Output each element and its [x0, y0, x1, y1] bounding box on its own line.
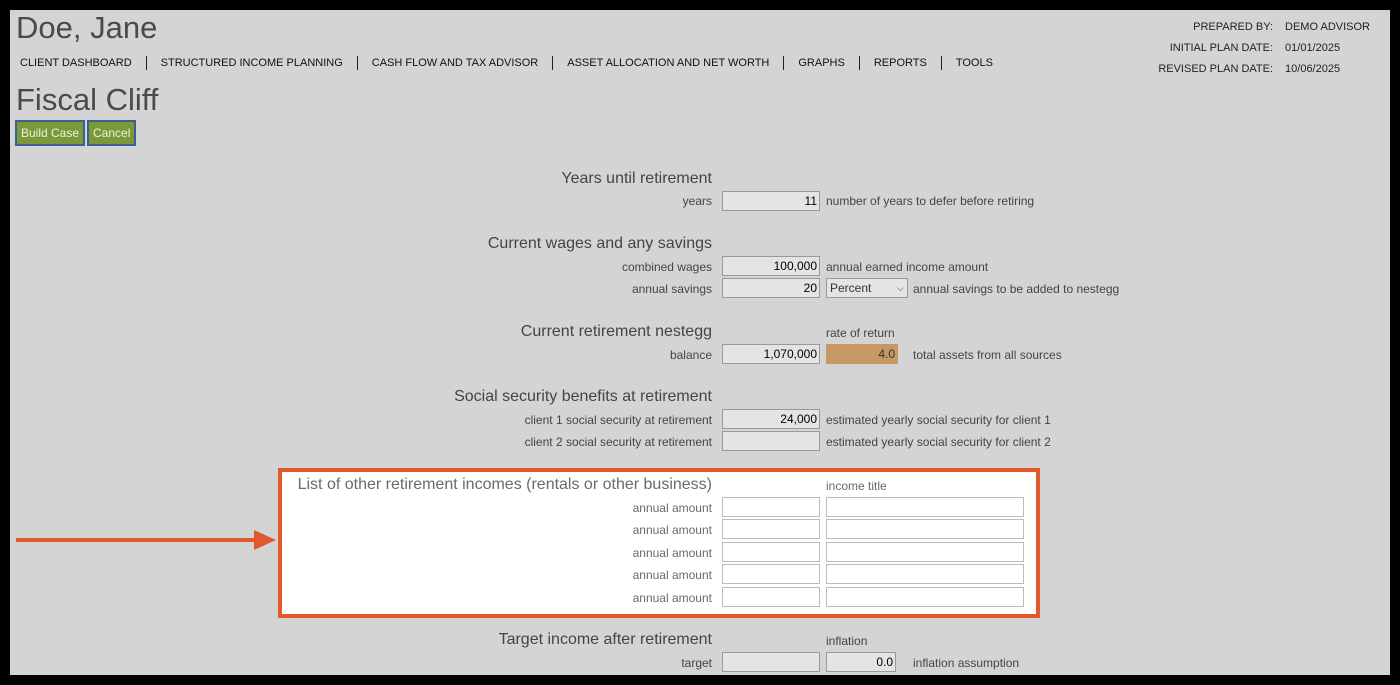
prepared-by-value: DEMO ADVISOR	[1285, 21, 1370, 33]
nav-cash-flow-tax-advisor[interactable]: CASH FLOW AND TAX ADVISOR	[358, 56, 552, 70]
savings-unit-select[interactable]: Percent ⌵	[826, 278, 908, 298]
income-title-input[interactable]	[826, 542, 1024, 562]
target-input[interactable]	[722, 652, 820, 672]
ss-client1-input[interactable]: 24,000	[722, 409, 820, 429]
inflation-label: inflation	[826, 634, 868, 648]
nav-client-dashboard[interactable]: CLIENT DASHBOARD	[20, 56, 146, 70]
inflation-input[interactable]: 0.0	[826, 652, 896, 672]
ss-client1-hint: estimated yearly social security for cli…	[826, 413, 1051, 427]
revised-plan-date-label: REVISED PLAN DATE:	[1158, 63, 1274, 75]
prepared-by-label: PREPARED BY:	[1193, 21, 1274, 33]
wages-input[interactable]: 100,000	[722, 256, 820, 276]
build-case-button[interactable]: Build Case	[15, 120, 86, 146]
other-income-heading: List of other retirement incomes (rental…	[297, 476, 712, 493]
nestegg-heading: Current retirement nestegg	[520, 323, 712, 340]
annual-amount-input[interactable]	[722, 519, 820, 539]
income-title-input[interactable]	[826, 587, 1024, 607]
wages-heading: Current wages and any savings	[487, 235, 712, 252]
savings-input[interactable]: 20	[722, 278, 820, 298]
arrow-pointer-icon	[16, 530, 276, 550]
revised-plan-date: 10/06/2025	[1285, 63, 1341, 75]
nav-asset-allocation[interactable]: ASSET ALLOCATION AND NET WORTH	[553, 56, 783, 70]
main-nav: CLIENT DASHBOARD STRUCTURED INCOME PLANN…	[20, 56, 1007, 70]
wages-hint: annual earned income amount	[826, 260, 989, 274]
nav-structured-income-planning[interactable]: STRUCTURED INCOME PLANNING	[147, 56, 357, 70]
annual-amount-input[interactable]	[722, 587, 820, 607]
cancel-button[interactable]: Cancel	[87, 120, 137, 146]
inflation-hint: inflation assumption	[913, 656, 1020, 670]
annual-amount-input[interactable]	[722, 497, 820, 517]
client-name: Doe, Jane	[16, 10, 158, 45]
page-title: Fiscal Cliff	[16, 82, 159, 117]
years-hint: number of years to defer before retiring	[826, 194, 1035, 208]
wages-label: combined wages	[621, 260, 712, 274]
app-frame: Doe, Jane PREPARED BY: DEMO ADVISOR INITI…	[10, 10, 1390, 675]
income-title-input[interactable]	[826, 564, 1024, 584]
rate-of-return-input[interactable]: 4.0	[826, 344, 898, 364]
nav-graphs[interactable]: GRAPHS	[784, 56, 858, 70]
balance-input[interactable]: 1,070,000	[722, 344, 820, 364]
annual-amount-label: annual amount	[632, 501, 712, 515]
rate-of-return-label: rate of return	[826, 326, 895, 340]
ss-client2-hint: estimated yearly social security for cli…	[826, 435, 1051, 449]
plan-info: PREPARED BY: DEMO ADVISOR INITIAL PLAN DA…	[1113, 17, 1370, 80]
ss-client2-label: client 2 social security at retirement	[524, 435, 712, 449]
savings-label: annual savings	[631, 282, 712, 296]
savings-hint: annual savings to be added to nestegg	[913, 282, 1120, 296]
income-title-label: income title	[826, 479, 887, 493]
social-heading: Social security benefits at retirement	[454, 388, 712, 405]
chevron-down-icon: ⌵	[897, 282, 904, 293]
income-title-input[interactable]	[826, 519, 1024, 539]
annual-amount-input[interactable]	[722, 564, 820, 584]
balance-hint: total assets from all sources	[913, 348, 1062, 362]
years-label: years	[682, 194, 712, 208]
nav-tools[interactable]: TOOLS	[942, 56, 1007, 70]
ss-client2-input[interactable]	[722, 431, 820, 451]
savings-unit-value: Percent	[830, 281, 872, 295]
annual-amount-label: annual amount	[632, 568, 712, 582]
years-input[interactable]: 11	[722, 191, 820, 211]
balance-label: balance	[669, 348, 712, 362]
target-heading: Target income after retirement	[498, 631, 712, 648]
initial-plan-date-label: INITIAL PLAN DATE:	[1169, 42, 1274, 54]
annual-amount-input[interactable]	[722, 542, 820, 562]
income-title-input[interactable]	[826, 497, 1024, 517]
annual-amount-label: annual amount	[632, 591, 712, 605]
target-label: target	[681, 656, 712, 670]
nav-reports[interactable]: REPORTS	[860, 56, 941, 70]
initial-plan-date: 01/01/2025	[1285, 42, 1341, 54]
years-heading: Years until retirement	[561, 170, 712, 187]
ss-client1-label: client 1 social security at retirement	[524, 413, 712, 427]
